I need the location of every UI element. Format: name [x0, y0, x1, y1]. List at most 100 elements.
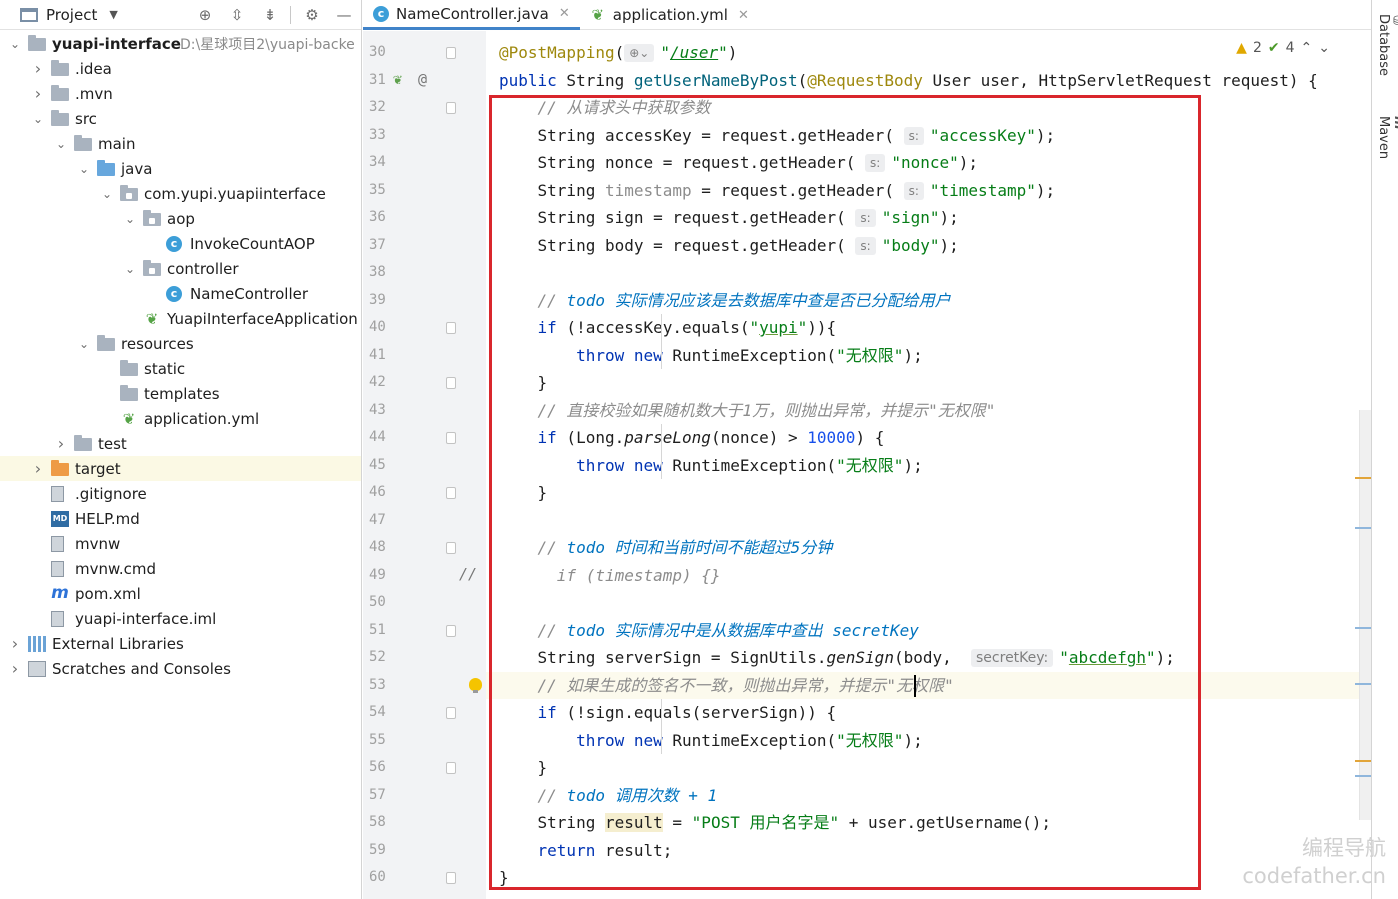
close-icon[interactable]: ✕	[738, 8, 749, 23]
annotation-marker-icon[interactable]: @	[418, 70, 427, 88]
fold-marker-icon[interactable]	[446, 487, 456, 499]
gutter-line[interactable]: 60	[363, 864, 486, 892]
code-line[interactable]: if (Long.parseLong(nonce) > 10000) {	[486, 424, 1371, 452]
inspection-widget[interactable]: ▲ 2 ✔ 4 ⌃ ⌄	[1236, 40, 1330, 56]
gutter-line[interactable]: 55	[363, 727, 486, 755]
code-area[interactable]: @PostMapping(⊕⌄ "/user") public String get…	[486, 31, 1371, 899]
chevron-down-icon[interactable]: ⌄	[123, 262, 137, 276]
gutter-line[interactable]: 57	[363, 782, 486, 810]
fold-marker-icon[interactable]	[446, 872, 456, 884]
code-line[interactable]: }	[486, 369, 1371, 397]
fold-marker-icon[interactable]	[446, 542, 456, 554]
todo-stripe[interactable]	[1355, 627, 1371, 629]
gutter-line[interactable]: 48	[363, 534, 486, 562]
code-line[interactable]: if (timestamp) {}	[486, 562, 1371, 590]
tree-item[interactable]: static	[0, 356, 361, 381]
tab-application-yml[interactable]: ❦ application.yml ✕	[580, 0, 759, 30]
fold-marker-icon[interactable]	[446, 432, 456, 444]
code-line[interactable]: String result = "POST 用户名字是" + user.getU…	[486, 809, 1371, 837]
tree-item[interactable]: c NameController	[0, 281, 361, 306]
code-editor[interactable]: 30 31 ❦ @32 33 34 35 36 37 38 39 40 41 42 43 44 45 46 47 48…	[363, 31, 1371, 899]
expand-all-icon[interactable]: ⇳	[226, 4, 248, 26]
code-line[interactable]	[486, 589, 1371, 617]
close-icon[interactable]: ✕	[559, 6, 570, 21]
chevron-down-icon[interactable]: ⌄	[100, 187, 114, 201]
tree-item[interactable]: ❦ application.yml	[0, 406, 361, 431]
chevron-down-icon[interactable]: ▼	[109, 8, 117, 21]
tree-item[interactable]: › Scratches and Consoles	[0, 656, 361, 681]
maven-tool-tab[interactable]: m Maven	[1376, 116, 1398, 159]
todo-stripe[interactable]	[1355, 527, 1371, 529]
tree-item[interactable]: mvnw.cmd	[0, 556, 361, 581]
code-line[interactable]: if (!sign.equals(serverSign)) {	[486, 699, 1371, 727]
warning-stripe[interactable]	[1355, 760, 1371, 762]
code-line[interactable]	[486, 507, 1371, 535]
gutter-line[interactable]: 42	[363, 369, 486, 397]
code-line[interactable]: if (!accessKey.equals("yupi")){	[486, 314, 1371, 342]
gutter-line[interactable]: 47	[363, 507, 486, 535]
tree-item[interactable]: ⌄ main	[0, 131, 361, 156]
chevron-down-icon[interactable]: ⌄	[31, 112, 45, 126]
project-view-selector[interactable]: Project	[46, 6, 97, 24]
locate-file-icon[interactable]: ⊕	[194, 4, 216, 26]
database-tool-tab[interactable]: ⛁ Database	[1376, 14, 1398, 76]
code-line[interactable]: String sign = request.getHeader( s: "sign…	[486, 204, 1371, 232]
tree-item[interactable]: ⌄ aop	[0, 206, 361, 231]
code-line[interactable]: }	[486, 479, 1371, 507]
code-line[interactable]: String body = request.getHeader( s: "body…	[486, 232, 1371, 260]
chevron-down-icon[interactable]: ⌄	[77, 337, 91, 351]
collapse-all-icon[interactable]: ⇟	[259, 4, 281, 26]
chevron-right-icon[interactable]: ›	[31, 84, 45, 103]
tree-item[interactable]: mvnw	[0, 531, 361, 556]
gutter-line[interactable]: 52	[363, 644, 486, 672]
chevron-right-icon[interactable]: ›	[31, 59, 45, 78]
tree-item[interactable]: ⌄ com.yupi.yuapiinterface	[0, 181, 361, 206]
gutter-line[interactable]: 39	[363, 287, 486, 315]
tree-item[interactable]: ⌄ resources	[0, 331, 361, 356]
previous-highlight-icon[interactable]: ⌃	[1301, 40, 1313, 56]
gutter-line[interactable]: 46	[363, 479, 486, 507]
tree-item[interactable]: MD HELP.md	[0, 506, 361, 531]
tree-item[interactable]: m pom.xml	[0, 581, 361, 606]
gutter-line[interactable]: 53	[363, 672, 486, 700]
tree-item[interactable]: › .mvn	[0, 81, 361, 106]
gutter-line[interactable]: 43	[363, 397, 486, 425]
tree-item[interactable]: › .idea	[0, 56, 361, 81]
code-line[interactable]: String nonce = request.getHeader( s: "non…	[486, 149, 1371, 177]
lightbulb-icon[interactable]	[469, 677, 482, 693]
code-line[interactable]: return result;	[486, 837, 1371, 865]
fold-marker-icon[interactable]	[446, 377, 456, 389]
tree-item[interactable]: ⌄ controller	[0, 256, 361, 281]
tree-item[interactable]: ⌄ src	[0, 106, 361, 131]
gutter-line[interactable]: 44	[363, 424, 486, 452]
chevron-right-icon[interactable]: ›	[8, 659, 22, 678]
gutter-line[interactable]: 56	[363, 754, 486, 782]
next-highlight-icon[interactable]: ⌄	[1318, 40, 1330, 56]
tree-item[interactable]: c InvokeCountAOP	[0, 231, 361, 256]
caret-stripe[interactable]	[1355, 683, 1371, 685]
tree-item[interactable]: ⌄ yuapi-interface D:\星球项目2\yuapi-backe	[0, 31, 361, 56]
tree-item[interactable]: ❦ YuapiInterfaceApplication	[0, 306, 361, 331]
fold-marker-icon[interactable]	[446, 707, 456, 719]
chevron-right-icon[interactable]: ›	[54, 434, 68, 453]
fold-marker-icon[interactable]	[446, 762, 456, 774]
code-line[interactable]: // 从请求头中获取参数	[486, 94, 1371, 122]
gutter-line[interactable]: 58	[363, 809, 486, 837]
code-line[interactable]: // todo 实际情况中是从数据库中查出 secretKey	[486, 617, 1371, 645]
code-line[interactable]: String timestamp = request.getHeader( s:…	[486, 177, 1371, 205]
gear-icon[interactable]: ⚙	[301, 4, 323, 26]
gutter-line[interactable]: 59	[363, 837, 486, 865]
chevron-right-icon[interactable]: ›	[31, 459, 45, 478]
hide-icon[interactable]: —	[333, 4, 355, 26]
gutter-line[interactable]: 38	[363, 259, 486, 287]
code-line[interactable]: // todo 实际情况应该是去数据库中查是否已分配给用户	[486, 287, 1371, 315]
gutter-line[interactable]: 50	[363, 589, 486, 617]
tree-item[interactable]: › test	[0, 431, 361, 456]
fold-marker-icon[interactable]	[446, 624, 456, 637]
code-line[interactable]	[486, 259, 1371, 287]
todo-stripe[interactable]	[1355, 775, 1371, 777]
gutter-line[interactable]: 49 //	[363, 562, 486, 590]
gutter-line[interactable]: 31 ❦ @	[363, 67, 486, 95]
tree-item[interactable]: templates	[0, 381, 361, 406]
fold-marker-icon[interactable]	[446, 102, 456, 114]
